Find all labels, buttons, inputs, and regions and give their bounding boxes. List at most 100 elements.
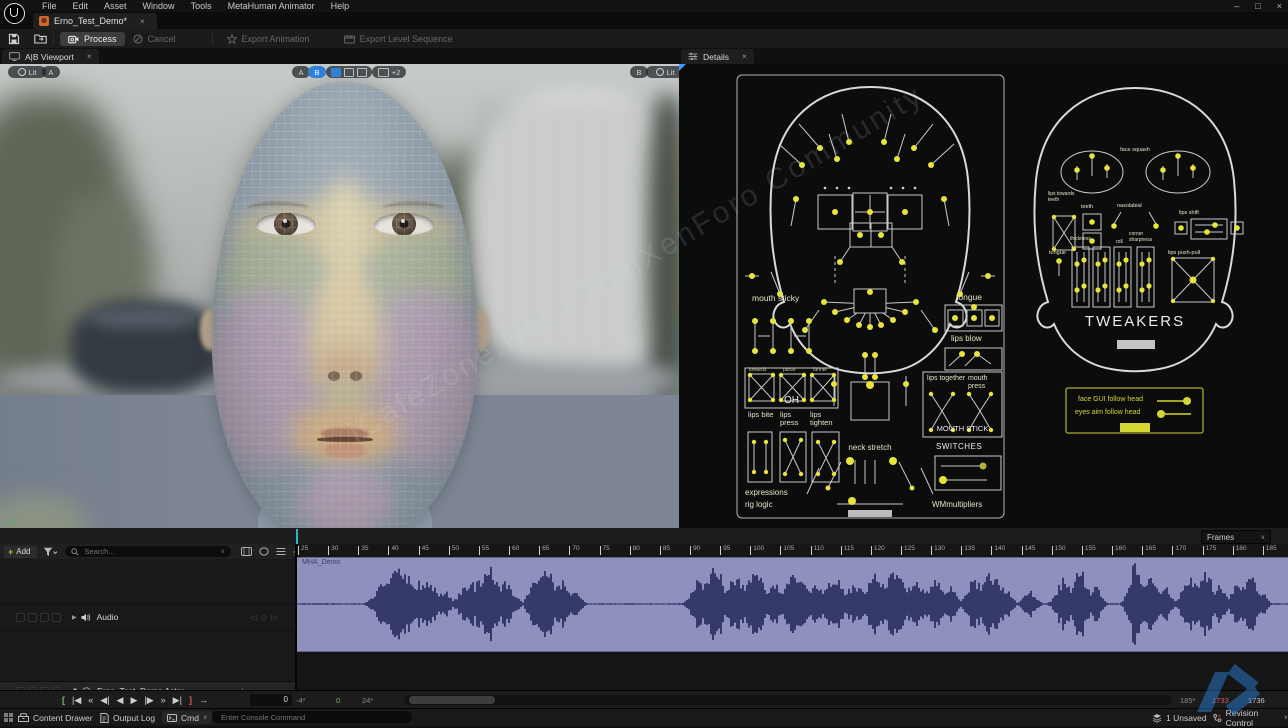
ruler-tick	[630, 546, 631, 555]
current-frame-field[interactable]: 0	[250, 694, 292, 706]
main-menu: FileEditAssetWindowToolsMetaHuman Animat…	[34, 0, 357, 12]
sequencer-timeline[interactable]: 2530354045505560657075808590951001051101…	[297, 544, 1288, 690]
export-animation-button[interactable]: Export Animation	[219, 32, 318, 46]
details-tab-label: Details	[703, 52, 729, 62]
multi-view-button[interactable]: +2	[372, 66, 406, 78]
console-command-field[interactable]	[212, 711, 412, 723]
label-lips-shift: lips shift	[1179, 210, 1199, 216]
previous-key-button[interactable]: «	[88, 695, 93, 705]
ruler-tick	[750, 546, 751, 555]
ruler-tick	[298, 546, 299, 555]
ruler-tick	[1172, 546, 1173, 555]
ruler-tick-label: 110	[814, 545, 824, 552]
close-icon[interactable]: ×	[87, 52, 92, 61]
ruler-tick-label: 65	[542, 545, 549, 552]
layout-grid-icon[interactable]	[4, 711, 13, 724]
lit-icon	[18, 68, 26, 76]
output-log-button[interactable]: Output Log	[100, 711, 155, 724]
view-range-start[interactable]: -4*	[296, 696, 306, 705]
search-input[interactable]	[83, 546, 217, 557]
time-ruler[interactable]: 2530354045505560657075808590951001051101…	[297, 544, 1288, 558]
ruler-tick-label: 80	[633, 545, 640, 552]
export-level-sequence-icon	[344, 34, 355, 44]
browse-to-asset-icon[interactable]	[34, 33, 47, 44]
menu-item-help[interactable]: Help	[323, 1, 358, 11]
working-range-end[interactable]: 1736	[1248, 696, 1265, 705]
sequencer-search[interactable]: ∨	[65, 546, 231, 557]
next-key-button[interactable]: »	[161, 695, 166, 705]
menu-item-tools[interactable]: Tools	[183, 1, 220, 11]
menu-item-asset[interactable]: Asset	[96, 1, 135, 11]
timeline-scrollbar[interactable]	[404, 695, 1172, 705]
playback-start[interactable]: 0	[336, 696, 340, 705]
frame-rate[interactable]: 24*	[362, 696, 373, 705]
ruler-tick	[780, 546, 781, 555]
range-end-bracket[interactable]: ]	[189, 695, 192, 705]
ruler-tick	[1263, 546, 1264, 555]
view-a-badge-left[interactable]: A	[42, 66, 60, 78]
split-vertical-icon[interactable]	[357, 68, 367, 77]
goto-button[interactable]: →	[199, 695, 208, 705]
ruler-tick	[449, 546, 450, 555]
tab-details[interactable]: Details ×	[681, 49, 754, 64]
process-button[interactable]: Process	[60, 32, 125, 46]
minimize-button[interactable]: –	[1234, 1, 1239, 11]
maximize-button[interactable]: □	[1255, 1, 1260, 11]
views-icon	[378, 68, 389, 77]
keyframe-nav-icons[interactable]: ◁◇▷	[251, 613, 281, 622]
view-layout-buttons[interactable]	[326, 66, 372, 78]
range-start-bracket[interactable]: [	[62, 695, 65, 705]
asset-tab-erno-test-demo[interactable]: Erno_Test_Demo* ×	[33, 13, 157, 29]
close-icon[interactable]: ×	[742, 52, 747, 61]
list-view-icon[interactable]	[276, 547, 286, 556]
ab-viewport[interactable]: Lit A A B +2 B Lit Y	[0, 64, 679, 528]
menu-item-metahuman-animator[interactable]: MetaHuman Animator	[220, 1, 323, 11]
compare-b-button[interactable]: B	[308, 66, 326, 78]
track-row-audio[interactable]: ▶ Audio ◁◇▷	[0, 603, 295, 631]
audio-clip[interactable]: MHA_Demo	[297, 557, 1288, 652]
add-track-button[interactable]: + Add	[4, 546, 37, 558]
tab-ab-viewport[interactable]: A|B Viewport ×	[2, 49, 99, 64]
ruler-tick	[1233, 546, 1234, 555]
expand-icon[interactable]: ▶	[72, 614, 77, 621]
ruler-tick-label: 35	[361, 545, 368, 552]
play-button[interactable]: ▶	[130, 695, 137, 706]
split-horizontal-icon[interactable]	[344, 68, 354, 77]
view-range-end[interactable]: 185*	[1180, 696, 1195, 705]
lit-mode-button-right[interactable]: Lit	[646, 66, 679, 78]
frames-dropdown[interactable]: Frames ∨	[1201, 530, 1271, 544]
render-movie-icon[interactable]	[241, 547, 252, 556]
step-back-button[interactable]: ◀|	[100, 695, 109, 706]
ruler-tick-label: 25	[301, 545, 308, 552]
scrollbar-thumb[interactable]	[409, 696, 495, 704]
jump-to-start-button[interactable]: |◀	[72, 695, 81, 706]
playhead-marker[interactable]	[296, 529, 298, 544]
playback-end[interactable]: 1733	[1212, 696, 1229, 705]
content-drawer-button[interactable]: Content Drawer	[18, 711, 93, 724]
menu-item-window[interactable]: Window	[135, 1, 183, 11]
close-button[interactable]: ×	[1277, 1, 1282, 11]
cancel-button[interactable]: Cancel	[125, 32, 184, 46]
lit-mode-button-left[interactable]: Lit	[8, 66, 46, 78]
ruler-tick-label: 120	[874, 545, 885, 552]
console-input[interactable]	[219, 712, 405, 723]
label-lips-together: lips together	[927, 375, 967, 383]
chevron-down-icon: ∨	[1261, 534, 1265, 541]
menu-item-edit[interactable]: Edit	[65, 1, 97, 11]
speaker-icon	[81, 613, 91, 622]
save-icon[interactable]	[8, 33, 20, 45]
export-level-sequence-button[interactable]: Export Level Sequence	[336, 32, 461, 46]
jump-to-end-button[interactable]: ▶|	[173, 695, 182, 706]
close-icon[interactable]: ×	[140, 17, 145, 26]
label-lips-towards-teeth: lips towards teeth	[1048, 192, 1078, 203]
unsaved-indicator[interactable]: 1 Unsaved	[1152, 711, 1207, 724]
step-forward-button[interactable]: |▶	[144, 695, 153, 706]
cmd-dropdown[interactable]: Cmd ∨	[162, 711, 212, 724]
play-reverse-button[interactable]: ◀	[117, 695, 124, 706]
filter-icon[interactable]	[43, 547, 57, 557]
metahuman-animator-window: { "menu": {"items": ["File", "Edit", "As…	[0, 0, 1288, 725]
single-view-icon[interactable]	[331, 68, 341, 77]
revision-control-button[interactable]: Revision Control ∨	[1213, 711, 1288, 724]
menu-item-file[interactable]: File	[34, 1, 65, 11]
camera-icon[interactable]	[259, 547, 269, 556]
